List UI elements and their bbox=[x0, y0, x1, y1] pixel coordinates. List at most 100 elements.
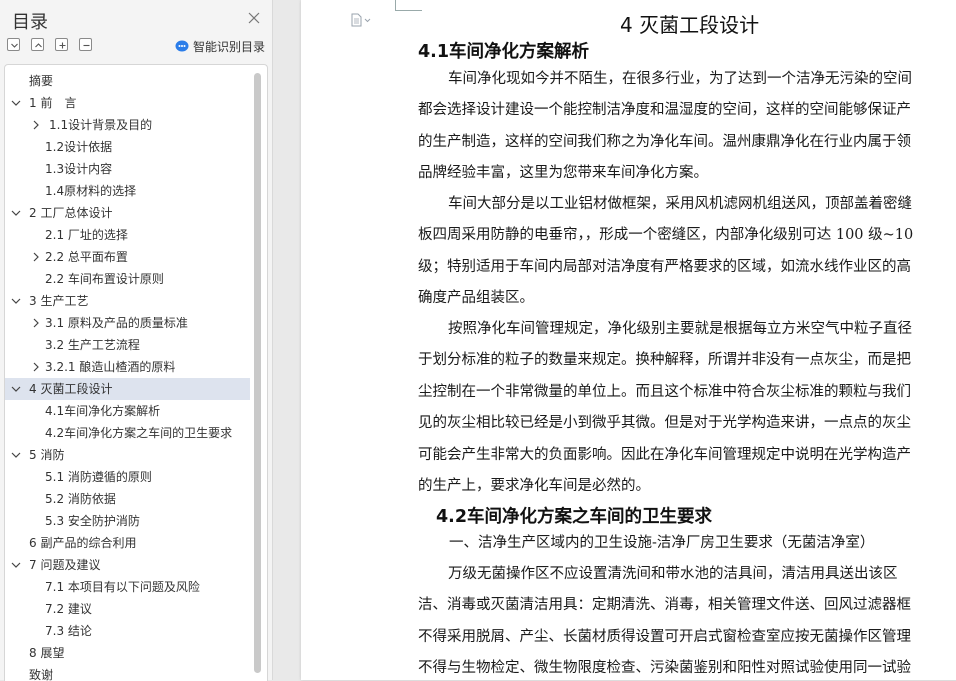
toc-item-label: 2 工厂总体设计 bbox=[29, 206, 113, 220]
chevron-down-icon[interactable] bbox=[11, 98, 21, 108]
toc-item-label: 4.1车间净化方案解析 bbox=[45, 404, 161, 418]
chevron-right-icon[interactable] bbox=[31, 362, 41, 372]
toc-item-label: 1.4原材料的选择 bbox=[45, 184, 137, 198]
toc-item[interactable]: 1 前 言 bbox=[5, 92, 250, 114]
toc-item[interactable]: 3.2 生产工艺流程 bbox=[5, 334, 250, 356]
paragraph-line: 万级无菌操作区不应设置清洗间和带水池的洁具间，清洁用具送出该区 bbox=[448, 566, 898, 582]
minus-icon[interactable] bbox=[79, 38, 92, 51]
subheading-line: 一、洁净生产区域内的卫生设施-洁净厂房卫生要求（无菌洁净室） bbox=[449, 535, 875, 551]
toc-list: 摘要 1 前 言 1.1设计背景及目的 1.2设计依据 1.3设计内容 1.4原材料的选择… bbox=[4, 64, 268, 681]
document-page: 4 灭菌工段设计 4.1车间净化方案解析车间净化现如今并不陌生，在很多行业，为了达… bbox=[301, 0, 956, 680]
toc-item-label: 1.3设计内容 bbox=[45, 162, 113, 176]
document-area: 4 灭菌工段设计 4.1车间净化方案解析车间净化现如今并不陌生，在很多行业，为了达… bbox=[273, 0, 956, 680]
chevron-down-icon[interactable] bbox=[11, 296, 21, 306]
collapse-all-icon[interactable] bbox=[7, 38, 20, 51]
paragraph-line: 都会选择设计建设一个能控制洁净度和温湿度的空间，这样的空间能够保证产 bbox=[418, 102, 911, 119]
paragraph-line: 洁、消毒或灭菌清洁用具：定期清洗、消毒，相关管理文件送、回风过滤器框 bbox=[418, 597, 911, 614]
toc-item-label: 1.2设计依据 bbox=[45, 140, 113, 154]
paragraph-line: 车间大部分是以工业铝材做框架，采用风机滤网机组送风，顶部盖着密缝 bbox=[448, 196, 912, 212]
chevron-down-icon[interactable] bbox=[11, 450, 21, 460]
toc-item-label: 3.2 生产工艺流程 bbox=[45, 338, 140, 352]
paragraph-line: 不得采用脱屑、产尘、长菌材质得设置可开启式窗检查室应按无菌操作区管理 bbox=[418, 628, 911, 645]
section-heading: 4.2车间净化方案之车间的卫生要求 bbox=[436, 507, 712, 527]
toc-item-label: 3.2.1 酿造山楂酒的原料 bbox=[45, 360, 176, 374]
toc-item-label: 8 展望 bbox=[29, 646, 65, 660]
toc-item[interactable]: 致谢 bbox=[5, 664, 250, 681]
toc-item-label: 4 灭菌工段设计 bbox=[29, 382, 113, 396]
toc-item[interactable]: 摘要 bbox=[5, 70, 250, 92]
chevron-right-icon[interactable] bbox=[31, 252, 41, 262]
chapter-heading: 4 灭菌工段设计 bbox=[620, 13, 760, 37]
toc-item[interactable]: 1.2设计依据 bbox=[5, 136, 250, 158]
close-icon[interactable] bbox=[246, 10, 262, 26]
toc-item-label: 2.2 车间布置设计原则 bbox=[45, 272, 164, 286]
margin-corner-mark bbox=[395, 0, 422, 11]
toc-item[interactable]: 1.1设计背景及目的 bbox=[5, 114, 250, 136]
section-heading: 4.1车间净化方案解析 bbox=[418, 42, 590, 62]
document-icon[interactable] bbox=[351, 13, 373, 27]
chevron-down-icon[interactable] bbox=[11, 384, 21, 394]
toc-item-label: 7 问题及建议 bbox=[29, 558, 101, 572]
paragraph-line: 板四周采用防静的电垂帘，，形成一个密缝区，内部净化级别可达 100 级~10 bbox=[418, 227, 914, 244]
toc-item-label: 7.3 结论 bbox=[45, 624, 92, 638]
toc-item[interactable]: 6 副产品的综合利用 bbox=[5, 532, 250, 554]
toc-item[interactable]: 2 工厂总体设计 bbox=[5, 202, 250, 224]
expand-up-icon[interactable] bbox=[31, 38, 44, 51]
toc-item-label: 7.1 本项目有以下问题及风险 bbox=[45, 580, 200, 594]
toc-item-label: 致谢 bbox=[29, 668, 54, 681]
toc-item[interactable]: 3.1 原料及产品的质量标准 bbox=[5, 312, 250, 334]
ai-bubble-icon bbox=[175, 40, 189, 52]
toc-item[interactable]: 5.3 安全防护消防 bbox=[5, 510, 250, 532]
toc-item[interactable]: 4.1车间净化方案解析 bbox=[5, 400, 250, 422]
chevron-right-icon[interactable] bbox=[31, 120, 41, 130]
toc-item[interactable]: 5 消防 bbox=[5, 444, 250, 466]
toc-item[interactable]: 4.2车间净化方案之车间的卫生要求 bbox=[5, 422, 250, 444]
paragraph-line: 的生产制造，这样的空间我们称之为净化车间。温州康鼎净化在行业内属于领 bbox=[418, 133, 911, 150]
toc-scrollbar[interactable] bbox=[254, 73, 261, 673]
paragraph-line: 确度产品组装区。 bbox=[418, 290, 534, 307]
toc-item-label: 1 前 言 bbox=[29, 96, 77, 110]
paragraph-line: 品牌经验丰富，这里为您带来车间净化方案。 bbox=[418, 165, 708, 182]
toc-item[interactable]: 1.4原材料的选择 bbox=[5, 180, 250, 202]
toc-item[interactable]: 8 展望 bbox=[5, 642, 250, 664]
toc-item-label: 5.2 消防依据 bbox=[45, 492, 116, 506]
toc-item-label: 4.2车间净化方案之车间的卫生要求 bbox=[45, 426, 233, 440]
toc-item[interactable]: 2.2 车间布置设计原则 bbox=[5, 268, 250, 290]
chevron-down-icon[interactable] bbox=[11, 560, 21, 570]
paragraph-line: 车间净化现如今并不陌生，在很多行业，为了达到一个洁净无污染的空间 bbox=[448, 71, 912, 87]
toc-item[interactable]: 4 灭菌工段设计 bbox=[5, 378, 250, 400]
paragraph-line: 按照净化车间管理规定，净化级别主要就是根据每立方米空气中粒子直径 bbox=[448, 321, 912, 337]
paragraph-line: 不得与生物检定、微生物限度检查、污染菌鉴别和阳性对照试验使用同一试验 bbox=[418, 660, 911, 677]
paragraph-line: 可能会产生非常大的负面影响。因此在净化车间管理规定中说明在光学构造产 bbox=[418, 446, 911, 463]
chevron-right-icon[interactable] bbox=[31, 318, 41, 328]
toc-item-label: 2.1 厂址的选择 bbox=[45, 228, 128, 242]
toc-item-label: 3 生产工艺 bbox=[29, 294, 89, 308]
paragraph-line: 尘控制在一个非常微量的单位上。而且这个标准中符合灰尘标准的颗粒与我们 bbox=[418, 383, 911, 400]
paragraph-line: 于划分标准的粒子的数量来规定。换种解释，所谓并非没有一点灰尘，而是把 bbox=[418, 352, 911, 369]
chevron-down-icon[interactable] bbox=[11, 208, 21, 218]
toc-item-label: 5 消防 bbox=[29, 448, 65, 462]
toc-item[interactable]: 5.1 消防遵循的原则 bbox=[5, 466, 250, 488]
toc-title: 目录 bbox=[12, 12, 48, 33]
plus-icon[interactable] bbox=[55, 38, 68, 51]
toc-item[interactable]: 7.2 建议 bbox=[5, 598, 250, 620]
toc-item[interactable]: 7.3 结论 bbox=[5, 620, 250, 642]
paragraph-line: 的生产上，要求净化车间是必然的。 bbox=[418, 478, 650, 494]
toc-item[interactable]: 7.1 本项目有以下问题及风险 bbox=[5, 576, 250, 598]
paragraph-line: 级；特别适用于车间内局部对洁净度有严格要求的区域，如流水线作业区的高 bbox=[418, 258, 911, 275]
toc-item[interactable]: 2.2 总平面布置 bbox=[5, 246, 250, 268]
toc-item[interactable]: 2.1 厂址的选择 bbox=[5, 224, 250, 246]
toc-panel: 目录 智能识别目录 摘要 1 前 言 1.1设计背景及目的 1.2设计依据 1.3设计内… bbox=[0, 0, 273, 681]
toc-item-label: 6 副产品的综合利用 bbox=[29, 536, 137, 550]
toc-item-label: 2.2 总平面布置 bbox=[45, 250, 128, 264]
paragraph-line: 见的灰尘相比较已经是小到微乎其微。但是对于光学构造来讲，一点点的灰尘 bbox=[418, 415, 911, 432]
toc-item-label: 5.3 安全防护消防 bbox=[45, 514, 140, 528]
toc-item[interactable]: 1.3设计内容 bbox=[5, 158, 250, 180]
toc-item[interactable]: 3.2.1 酿造山楂酒的原料 bbox=[5, 356, 250, 378]
smart-toc-button[interactable]: 智能识别目录 bbox=[175, 38, 265, 54]
toc-item[interactable]: 5.2 消防依据 bbox=[5, 488, 250, 510]
toc-item-label: 1.1设计背景及目的 bbox=[49, 118, 153, 132]
toc-item[interactable]: 3 生产工艺 bbox=[5, 290, 250, 312]
toc-item-label: 3.1 原料及产品的质量标准 bbox=[45, 316, 188, 330]
toc-item[interactable]: 7 问题及建议 bbox=[5, 554, 250, 576]
